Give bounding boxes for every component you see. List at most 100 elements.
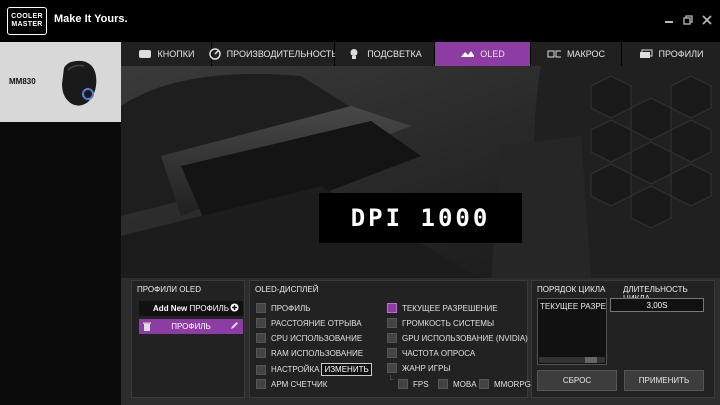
mouse-hero-image: DPI 1000 xyxy=(121,66,720,278)
oled-display-panel: OLED-ДИСПЛЕЙ ПРОФИЛЬ РАССТОЯНИЕ ОТРЫВА C… xyxy=(249,280,531,398)
checkbox[interactable] xyxy=(438,379,448,389)
tab-macro-label: МАКРОС xyxy=(566,49,606,59)
cycle-order-title: ПОРЯДОК ЦИКЛА xyxy=(537,285,606,294)
horizontal-scrollbar[interactable] xyxy=(539,357,605,363)
tree-connector: └ xyxy=(388,375,394,384)
option-gpu-usage[interactable]: GPU ИСПОЛЬЗОВАНИЕ (NVIDIA) xyxy=(387,333,528,343)
checkbox[interactable] xyxy=(387,348,397,358)
restore-icon[interactable] xyxy=(681,13,695,27)
tab-performance-label: ПРОИЗВОДИТЕЛЬНОСТЬ xyxy=(226,49,338,59)
apply-button[interactable]: ПРИМЕНИТЬ xyxy=(624,370,704,391)
gauge-icon xyxy=(208,48,221,60)
tab-profiles-label: ПРОФИЛИ xyxy=(658,49,704,59)
option-apm-counter[interactable]: APM СЧЕТЧИК xyxy=(256,379,327,389)
checkbox[interactable] xyxy=(479,379,489,389)
checkbox[interactable] xyxy=(256,318,266,328)
oled-preview-screen: DPI 1000 xyxy=(319,193,522,243)
minimize-icon[interactable] xyxy=(662,13,676,27)
genre-label: MOBA xyxy=(453,379,477,389)
close-icon[interactable] xyxy=(700,13,714,27)
tab-oled[interactable]: OLED xyxy=(435,42,531,66)
option-system-volume[interactable]: ГРОМКОСТЬ СИСТЕМЫ xyxy=(387,318,494,328)
title-bar: COOLER MASTER Make It Yours. xyxy=(0,0,720,42)
tab-macro[interactable]: МАКРОС xyxy=(531,42,622,66)
cooler-master-logo: COOLER MASTER xyxy=(7,7,47,35)
option-label: ТЕКУЩЕЕ РАЗРЕШЕНИЕ xyxy=(402,303,498,313)
option-lift-distance[interactable]: РАССТОЯНИЕ ОТРЫВА xyxy=(256,318,362,328)
checkbox-checked[interactable] xyxy=(387,303,397,313)
macro-icon xyxy=(547,49,561,59)
mouse-image xyxy=(62,60,97,106)
option-profile[interactable]: ПРОФИЛЬ xyxy=(256,303,310,313)
reset-button[interactable]: СБРОС xyxy=(537,370,617,391)
tab-profiles[interactable]: ПРОФИЛИ xyxy=(622,42,720,66)
tab-lighting[interactable]: ПОДСВЕТКА xyxy=(335,42,435,66)
option-label: ЖАНР ИГРЫ xyxy=(402,363,451,373)
profile-item-label: ПРОФИЛЬ xyxy=(171,322,211,331)
checkbox[interactable] xyxy=(256,348,266,358)
option-current-dpi[interactable]: ТЕКУЩЕЕ РАЗРЕШЕНИЕ xyxy=(387,303,498,313)
option-ram-usage[interactable]: RAM ИСПОЛЬЗОВАНИЕ xyxy=(256,348,363,358)
tab-performance[interactable]: ПРОИЗВОДИТЕЛЬНОСТЬ xyxy=(208,42,338,66)
device-selector[interactable]: MM830 xyxy=(0,42,121,122)
checkbox[interactable] xyxy=(387,333,397,343)
edit-button[interactable]: ИЗМЕНИТЬ xyxy=(321,363,372,376)
option-custom[interactable]: НАСТРОЙКА ИЗМЕНИТЬ xyxy=(256,363,372,376)
pencil-icon[interactable] xyxy=(230,321,239,332)
bulb-icon xyxy=(347,49,361,59)
genre-fps[interactable]: FPS xyxy=(398,379,429,389)
main-tabs: КНОПКИ ПРОИЗВОДИТЕЛЬНОСТЬ ПОДСВЕТКА OLED… xyxy=(121,42,720,66)
option-label: РАССТОЯНИЕ ОТРЫВА xyxy=(271,318,362,328)
cycle-order-list[interactable]: ТЕКУЩЕЕ РАЗРЕШ xyxy=(537,298,607,365)
option-label: APM СЧЕТЧИК xyxy=(271,379,328,389)
option-game-genre[interactable]: ЖАНР ИГРЫ xyxy=(387,363,451,373)
oled-settings-area: ПРОФИЛИ OLED Add New ПРОФИЛЬ ПРОФИЛЬ OLE… xyxy=(121,278,720,405)
profile-item-selected[interactable]: ПРОФИЛЬ xyxy=(139,319,243,334)
add-new-profile-button[interactable]: Add New ПРОФИЛЬ xyxy=(139,301,243,316)
cycle-duration-field[interactable]: 3,00S xyxy=(610,298,704,312)
checkbox[interactable] xyxy=(256,333,266,343)
genre-label: FPS xyxy=(413,379,429,389)
checkbox[interactable] xyxy=(387,363,397,373)
checkbox[interactable] xyxy=(387,318,397,328)
add-new-label: ПРОФИЛЬ xyxy=(189,304,229,313)
option-label: ПРОФИЛЬ xyxy=(271,303,311,313)
genre-mmorpg[interactable]: MMORPG xyxy=(479,379,531,389)
tagline: Make It Yours. xyxy=(54,13,128,25)
option-cpu-usage[interactable]: CPU ИСПОЛЬЗОВАНИЕ xyxy=(256,333,362,343)
checkbox[interactable] xyxy=(256,379,266,389)
logo-line-2: MASTER xyxy=(11,21,43,28)
logo-line-1: COOLER xyxy=(11,13,43,20)
option-label: ГРОМКОСТЬ СИСТЕМЫ xyxy=(402,318,495,328)
checkbox[interactable] xyxy=(256,364,266,375)
oled-display-title: OLED-ДИСПЛЕЙ xyxy=(255,285,319,294)
trash-icon[interactable] xyxy=(143,322,151,333)
cycle-list-item[interactable]: ТЕКУЩЕЕ РАЗРЕШ xyxy=(540,302,606,311)
option-polling-rate[interactable]: ЧАСТОТА ОПРОСА xyxy=(387,348,475,358)
add-new-bold: Add New xyxy=(153,304,188,313)
option-label: GPU ИСПОЛЬЗОВАНИЕ (NVIDIA) xyxy=(402,333,528,343)
option-label: НАСТРОЙКА xyxy=(271,365,320,374)
cycle-panel: ПОРЯДОК ЦИКЛА ДЛИТЕЛЬНОСТЬ ЦИКЛА ТЕКУЩЕЕ… xyxy=(531,280,715,398)
tab-buttons[interactable]: КНОПКИ xyxy=(121,42,212,66)
option-label: RAM ИСПОЛЬЗОВАНИЕ xyxy=(271,348,364,358)
checkbox[interactable] xyxy=(398,379,408,389)
tab-lighting-label: ПОДСВЕТКА xyxy=(367,49,422,59)
checkbox[interactable] xyxy=(256,303,266,313)
option-label: CPU ИСПОЛЬЗОВАНИЕ xyxy=(271,333,363,343)
oled-profiles-title: ПРОФИЛИ OLED xyxy=(137,285,201,294)
genre-moba[interactable]: MOBA xyxy=(438,379,477,389)
oled-preview-text: DPI 1000 xyxy=(350,204,491,232)
profiles-icon xyxy=(639,49,653,59)
oled-profiles-panel: ПРОФИЛИ OLED Add New ПРОФИЛЬ ПРОФИЛЬ xyxy=(131,280,245,398)
tab-buttons-label: КНОПКИ xyxy=(157,49,195,59)
scrollbar-thumb[interactable] xyxy=(585,357,597,363)
mouse-closeup-graphic xyxy=(121,66,720,278)
keyboard-icon xyxy=(138,49,152,59)
tab-oled-label: OLED xyxy=(480,49,505,59)
genre-label: MMORPG xyxy=(494,379,531,389)
option-label: ЧАСТОТА ОПРОСА xyxy=(402,348,476,358)
device-list-empty-area xyxy=(0,122,121,405)
oled-icon xyxy=(460,49,475,59)
device-name: MM830 xyxy=(9,77,36,86)
